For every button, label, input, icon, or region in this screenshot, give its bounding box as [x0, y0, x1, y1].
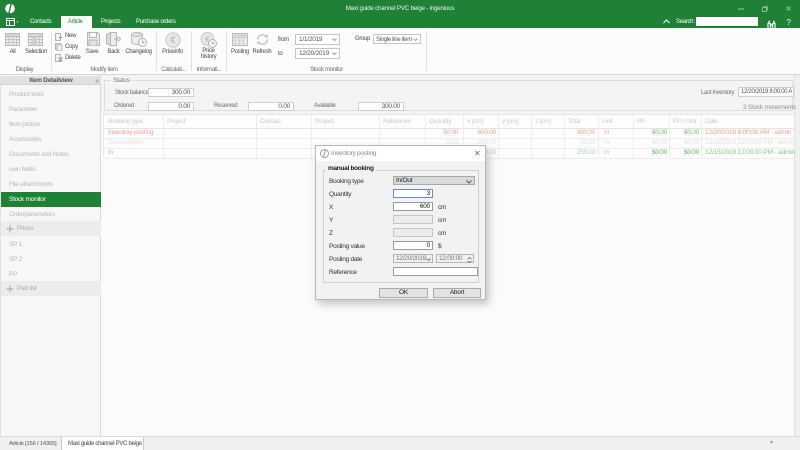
- svg-text:€: €: [170, 35, 175, 45]
